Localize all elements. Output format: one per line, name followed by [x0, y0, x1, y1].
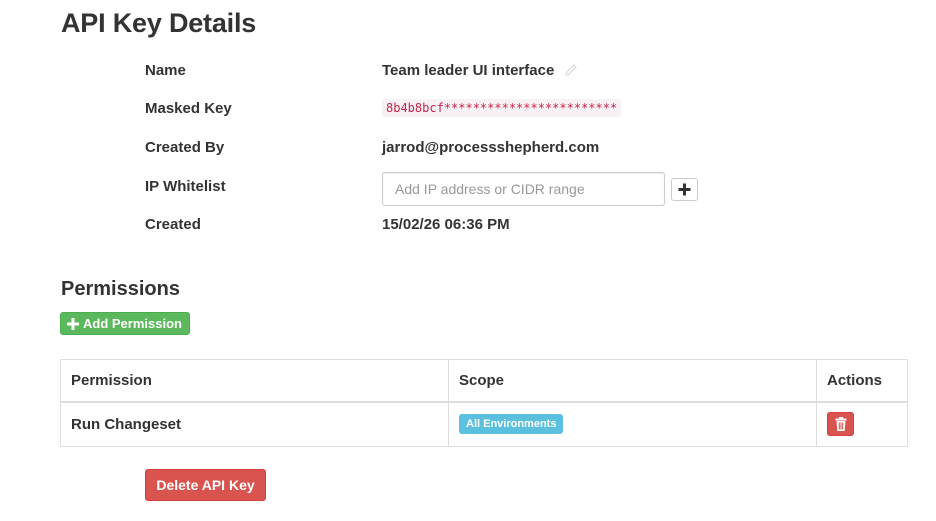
created-by-value: jarrod@processshepherd.com	[382, 138, 600, 156]
add-permission-button[interactable]: Add Permission	[60, 312, 190, 335]
table-header-row: Permission Scope Actions	[60, 359, 908, 403]
name-label: Name	[145, 61, 186, 79]
created-by-row: Created By jarrod@processshepherd.com	[145, 135, 745, 159]
ip-whitelist-label: IP Whitelist	[145, 177, 226, 195]
delete-api-key-button[interactable]: Delete API Key	[145, 469, 266, 501]
created-value: 15/02/26 06:36 PM	[382, 215, 510, 233]
page-title: API Key Details	[61, 8, 257, 38]
pencil-icon[interactable]	[564, 63, 578, 77]
created-label: Created	[145, 215, 201, 233]
delete-permission-button[interactable]	[827, 412, 854, 437]
ip-whitelist-controls	[382, 172, 698, 206]
name-value-wrapper: Team leader UI interface	[382, 62, 578, 79]
table-row: Run Changeset All Environments	[60, 401, 908, 447]
trash-icon	[835, 417, 846, 432]
ip-whitelist-row: IP Whitelist	[145, 172, 745, 206]
permissions-title: Permissions	[61, 278, 180, 300]
created-row: Created 15/02/26 06:36 PM	[145, 212, 745, 236]
column-header-actions: Actions	[816, 359, 908, 403]
masked-key-value-wrapper: 8b4b8bcf************************	[382, 99, 622, 117]
add-permission-label: Add Permission	[83, 316, 182, 331]
permission-cell: Run Changeset	[60, 401, 449, 447]
masked-key-label: Masked Key	[145, 99, 232, 117]
created-by-label: Created By	[145, 138, 225, 156]
name-value: Team leader UI interface	[382, 61, 555, 79]
permissions-table: Permission Scope Actions Run Changeset A…	[60, 359, 908, 447]
column-header-permission: Permission	[60, 359, 449, 403]
add-ip-button[interactable]	[671, 177, 698, 201]
name-row: Name Team leader UI interface	[145, 58, 745, 82]
scope-badge: All Environments	[459, 414, 564, 435]
column-header-scope: Scope	[448, 359, 817, 403]
masked-key-value: 8b4b8bcf************************	[382, 99, 622, 117]
ip-whitelist-input[interactable]	[382, 172, 665, 206]
actions-cell	[816, 401, 908, 447]
plus-icon	[678, 183, 691, 195]
scope-cell: All Environments	[448, 401, 817, 447]
plus-icon	[67, 317, 79, 330]
masked-key-row: Masked Key 8b4b8bcf*********************…	[145, 96, 745, 120]
